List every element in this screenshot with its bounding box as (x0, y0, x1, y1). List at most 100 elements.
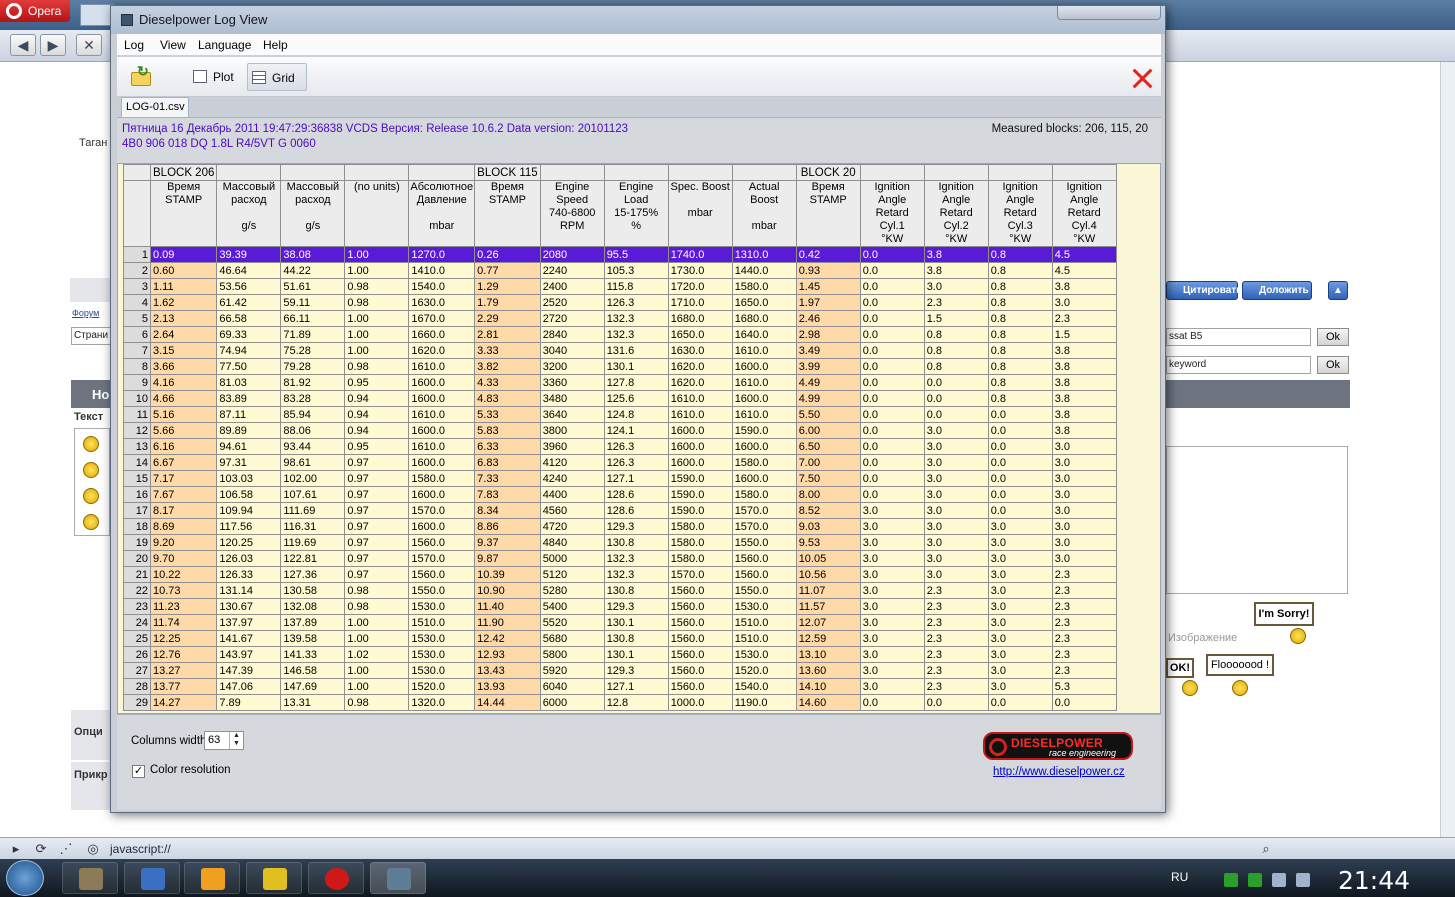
data-cell[interactable]: 1.00 (344, 262, 410, 279)
data-cell[interactable]: 1650.0 (731, 294, 797, 311)
data-cell[interactable]: 147.69 (280, 678, 346, 695)
report-button[interactable]: Доложить (1242, 281, 1312, 300)
data-cell[interactable]: 3.0 (987, 518, 1053, 535)
panel-toggle-icon[interactable]: ▸ (8, 841, 24, 857)
data-cell[interactable]: 1.00 (344, 678, 410, 695)
column-header[interactable]: Ignition Angle Retard Cyl.2 °KW (923, 180, 989, 247)
data-cell[interactable]: 3.0 (987, 598, 1053, 615)
data-cell[interactable]: 2.3 (923, 598, 989, 615)
data-cell[interactable]: 1.5 (923, 310, 989, 327)
data-cell[interactable]: 1560.0 (667, 614, 733, 631)
data-cell[interactable]: 3.0 (987, 582, 1053, 599)
row-number[interactable]: 8 (123, 358, 151, 375)
data-cell[interactable]: 2400 (539, 278, 605, 295)
column-header[interactable]: Ignition Angle Retard Cyl.3 °KW (987, 180, 1053, 247)
data-cell[interactable]: 1530.0 (731, 598, 797, 615)
data-cell[interactable]: 0.0 (859, 310, 925, 327)
stamp-cell[interactable]: 10.56 (795, 566, 861, 583)
stamp-cell[interactable]: 10.05 (795, 550, 861, 567)
row-number[interactable]: 5 (123, 310, 151, 327)
data-cell[interactable]: 0.0 (859, 342, 925, 359)
data-cell[interactable]: 5000 (539, 550, 605, 567)
data-cell[interactable]: 1540.0 (731, 678, 797, 695)
data-cell[interactable]: 71.89 (280, 326, 346, 343)
data-cell[interactable]: 2.3 (923, 294, 989, 311)
forward-arrow-icon[interactable]: ▶ (40, 34, 66, 56)
close-icon[interactable] (1131, 67, 1153, 89)
data-cell[interactable]: 119.69 (280, 534, 346, 551)
data-cell[interactable]: 87.11 (216, 406, 282, 423)
data-cell[interactable]: 1560.0 (667, 662, 733, 679)
data-grid[interactable]: BLOCK 206 BLOCK 115 BLOCK 20 Время STAMP Мас… (123, 164, 1117, 711)
data-cell[interactable]: 95.5 (603, 246, 669, 263)
data-cell[interactable]: 2.3 (1051, 310, 1117, 327)
data-cell[interactable]: 1520.0 (731, 662, 797, 679)
data-cell[interactable]: 1.5 (1051, 326, 1117, 343)
data-cell[interactable]: 0.0 (859, 374, 925, 391)
data-cell[interactable]: 5800 (539, 646, 605, 663)
data-cell[interactable]: 44.22 (280, 262, 346, 279)
data-cell[interactable]: 3.0 (987, 614, 1053, 631)
data-cell[interactable]: 0.0 (987, 438, 1053, 455)
data-cell[interactable]: 1570.0 (667, 566, 733, 583)
data-cell[interactable]: 1610.0 (408, 438, 476, 455)
row-number[interactable]: 23 (123, 598, 151, 615)
data-cell[interactable]: 137.97 (216, 614, 282, 631)
scroll-top-icon[interactable]: ▲ (1328, 281, 1348, 300)
data-cell[interactable]: 2080 (539, 246, 605, 263)
stamp-cell[interactable]: 10.39 (474, 566, 541, 583)
data-cell[interactable]: 0.98 (344, 582, 410, 599)
stamp-cell[interactable]: 13.43 (474, 662, 541, 679)
data-cell[interactable]: 0.0 (859, 358, 925, 375)
stamp-cell[interactable]: 3.49 (795, 342, 861, 359)
data-cell[interactable]: 0.97 (344, 518, 410, 535)
data-cell[interactable]: 1710.0 (667, 294, 733, 311)
data-cell[interactable]: 1580.0 (667, 534, 733, 551)
stamp-cell[interactable]: 5.66 (149, 422, 218, 439)
data-cell[interactable]: 3200 (539, 358, 605, 375)
stamp-cell[interactable]: 12.59 (795, 630, 861, 647)
data-cell[interactable]: 1.00 (344, 614, 410, 631)
data-cell[interactable]: 3.0 (923, 438, 989, 455)
column-header[interactable]: Абсолютное Давление mbar (408, 180, 476, 247)
data-cell[interactable]: 115.8 (603, 278, 669, 295)
data-cell[interactable]: 124.1 (603, 422, 669, 439)
stamp-cell[interactable]: 9.53 (795, 534, 861, 551)
table-row[interactable]: 25 12.25 141.67 139.58 1.00 1530.0 12.42 5680 13… (123, 630, 1117, 647)
data-cell[interactable]: 0.0 (923, 374, 989, 391)
table-row[interactable]: 9 4.16 81.03 81.92 0.95 1600.0 4.33 3360 127.8 16… (123, 374, 1117, 391)
column-header[interactable]: Время STAMP (795, 180, 861, 247)
start-button[interactable] (6, 860, 44, 896)
data-cell[interactable]: 94.61 (216, 438, 282, 455)
data-cell[interactable]: 1600.0 (731, 438, 797, 455)
stamp-cell[interactable]: 14.27 (149, 694, 218, 711)
table-row[interactable]: 8 3.66 77.50 79.28 0.98 1610.0 3.82 3200 130.1 16… (123, 358, 1117, 375)
table-row[interactable]: 17 8.17 109.94 111.69 0.97 1570.0 8.34 4560 128.… (123, 502, 1117, 519)
row-number[interactable]: 18 (123, 518, 151, 535)
data-cell[interactable]: 1610.0 (731, 374, 797, 391)
stamp-cell[interactable]: 4.16 (149, 374, 218, 391)
data-cell[interactable]: 1610.0 (408, 358, 476, 375)
data-cell[interactable]: 0.0 (859, 422, 925, 439)
data-cell[interactable]: 1570.0 (408, 502, 476, 519)
forum-link[interactable]: Форум (72, 308, 99, 318)
data-cell[interactable]: 103.03 (216, 470, 282, 487)
back-arrow-icon[interactable]: ◀ (10, 34, 36, 56)
row-number[interactable]: 27 (123, 662, 151, 679)
data-cell[interactable]: 3.0 (859, 614, 925, 631)
stamp-cell[interactable]: 4.83 (474, 390, 541, 407)
row-number[interactable]: 25 (123, 630, 151, 647)
data-cell[interactable]: 0.0 (987, 454, 1053, 471)
data-cell[interactable]: 1600.0 (731, 358, 797, 375)
menu-view[interactable]: View (160, 38, 186, 52)
data-cell[interactable]: 88.06 (280, 422, 346, 439)
stamp-cell[interactable]: 12.93 (474, 646, 541, 663)
data-cell[interactable]: 1560.0 (408, 534, 476, 551)
table-row[interactable]: 15 7.17 103.03 102.00 0.97 1580.0 7.33 4240 127.… (123, 470, 1117, 487)
stamp-cell[interactable]: 13.27 (149, 662, 218, 679)
data-cell[interactable]: 5280 (539, 582, 605, 599)
stamp-cell[interactable]: 13.93 (474, 678, 541, 695)
stamp-cell[interactable]: 6.67 (149, 454, 218, 471)
data-cell[interactable]: 0.0 (1051, 694, 1117, 711)
stamp-cell[interactable]: 0.60 (149, 262, 218, 279)
